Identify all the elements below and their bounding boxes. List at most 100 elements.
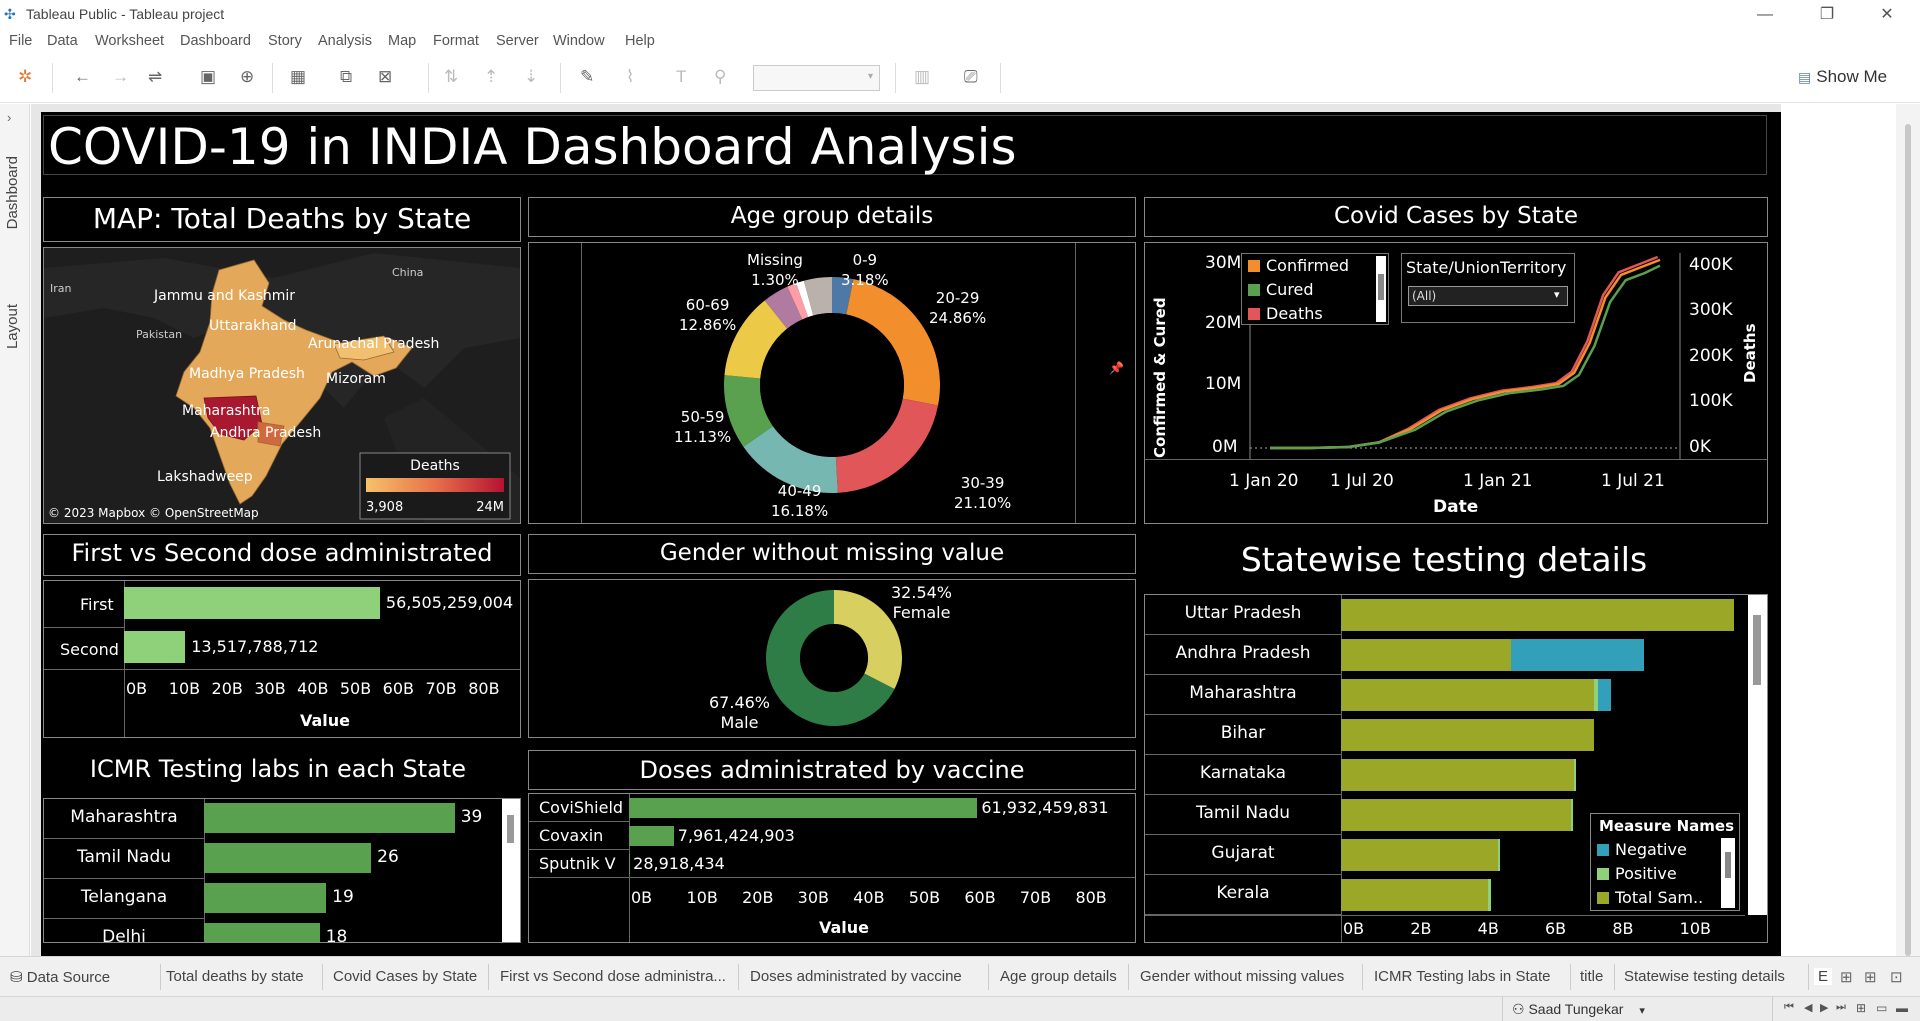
menu-worksheet[interactable]: Worksheet [95, 33, 164, 49]
labs-scrollbar[interactable] [502, 799, 520, 942]
statewise-bar-positive[interactable] [1571, 799, 1573, 831]
labs-bar[interactable] [204, 883, 327, 913]
tab-data-source[interactable]: ⛁ Data Source [10, 968, 110, 986]
doses-bar-second[interactable] [124, 631, 186, 663]
statewise-view[interactable]: Uttar Pradesh Andhra Pradesh Maharashtra Bi… [1144, 594, 1768, 943]
tab-layout[interactable]: Layout [4, 304, 21, 349]
menu-map[interactable]: Map [388, 33, 416, 49]
menu-data[interactable]: Data [47, 33, 78, 49]
statewise-bar-total[interactable] [1341, 599, 1735, 631]
labels-icon[interactable]: T [676, 67, 686, 87]
save-icon[interactable]: ▣ [200, 67, 216, 87]
sort-ascending-icon[interactable]: ⇡ [484, 67, 498, 87]
statewise-bar-positive[interactable] [1574, 759, 1577, 791]
tab-total-deaths[interactable]: Total deaths by state [166, 968, 304, 985]
menu-format[interactable]: Format [433, 33, 479, 49]
tab-icmr-labs[interactable]: ICMR Testing labs in State [1374, 968, 1550, 985]
last-sheet-icon[interactable]: ⏭ [1836, 1001, 1846, 1014]
vaccine-view[interactable]: CoviShield 61,932,459,831 Covaxin 7,961,424… [528, 793, 1136, 943]
vaccine-bar[interactable] [629, 798, 978, 818]
presentation-mode-icon[interactable]: ⎚ [964, 67, 978, 87]
maximize-button[interactable]: ❐ [1802, 2, 1852, 28]
replay-icon[interactable]: ⇌ [148, 67, 162, 87]
legend-scrollbar[interactable] [1376, 256, 1386, 322]
legend-cured-label[interactable]: Cured [1266, 280, 1314, 299]
pin-icon[interactable]: ⚲ [714, 67, 726, 87]
menu-window[interactable]: Window [553, 33, 605, 49]
doses-view[interactable]: First Second 56,505,259,004 13,517,788,7… [43, 580, 521, 738]
measure-legend-scrollbar[interactable] [1721, 838, 1735, 908]
cases-view[interactable]: Confirmed & Cured Deaths 30M 20M 10M 0M … [1144, 242, 1768, 524]
menu-dashboard[interactable]: Dashboard [180, 33, 251, 49]
statewise-bar-total[interactable] [1341, 839, 1498, 871]
clear-sheet-icon[interactable]: ⊠ [378, 67, 392, 87]
sort-descending-icon[interactable]: ⇣ [524, 67, 538, 87]
tabs-icon[interactable]: ▬ [1896, 1001, 1908, 1015]
labs-scroll-thumb[interactable] [507, 815, 514, 843]
highlight-icon[interactable]: ✎ [580, 67, 594, 87]
tab-dashboard[interactable]: Dashboard [4, 156, 21, 229]
user-menu[interactable]: ⚇ Saad Tungekar ▾ [1512, 1001, 1645, 1018]
show-me-button[interactable]: ▤ Show Me [1798, 67, 1887, 87]
statewise-scrollbar[interactable] [1748, 595, 1767, 915]
minimize-button[interactable]: — [1740, 2, 1790, 28]
map-attribution[interactable]: © 2023 Mapbox © OpenStreetMap [48, 506, 259, 520]
labs-view[interactable]: Maharashtra 39 Tamil Nadu 26 Telangana 19 Delh… [43, 798, 521, 943]
statewise-bar-total[interactable] [1341, 759, 1575, 791]
statewise-scroll-thumb[interactable] [1753, 615, 1761, 685]
labs-bar[interactable] [204, 803, 455, 833]
tableau-home-icon[interactable]: ✲ [18, 67, 32, 87]
tab-title[interactable]: title [1580, 968, 1603, 985]
close-button[interactable]: ✕ [1862, 2, 1912, 28]
swap-icon[interactable]: ⇅ [444, 67, 458, 87]
statewise-bar-negative[interactable] [1597, 679, 1611, 711]
doses-bar-first[interactable] [124, 587, 380, 619]
legend-deaths-label[interactable]: Deaths [1266, 304, 1323, 323]
statewise-bar-total[interactable] [1341, 879, 1488, 911]
legend-confirmed-label[interactable]: Confirmed [1266, 256, 1349, 275]
legend-scroll-thumb[interactable] [1378, 274, 1384, 300]
statewise-bar-total[interactable] [1341, 639, 1511, 671]
new-dashboard-tab-icon[interactable]: ⊞ [1864, 968, 1877, 986]
canvas-scroll-thumb[interactable] [1905, 124, 1911, 956]
new-data-source-icon[interactable]: ⊕ [240, 67, 254, 87]
expand-panel-icon[interactable]: › [7, 110, 11, 125]
measure-legend-scroll-thumb[interactable] [1725, 852, 1731, 878]
first-sheet-icon[interactable]: ⏮ [1784, 1001, 1794, 1014]
show-cards-icon[interactable]: ▥ [914, 67, 930, 87]
menu-help[interactable]: Help [625, 33, 655, 49]
age-view[interactable]: 📌 Missing 1.30% 0-9 3.18% 20-29 24.86% 60-6… [528, 242, 1136, 524]
statewise-bar-positive[interactable] [1487, 879, 1491, 911]
prev-sheet-icon[interactable]: ◀ [1804, 1001, 1812, 1014]
new-worksheet-tab-icon[interactable]: ⊞ [1840, 968, 1853, 986]
undo-icon[interactable]: ← [74, 67, 91, 87]
duplicate-icon[interactable]: ⧉ [340, 67, 352, 87]
menu-analysis[interactable]: Analysis [318, 33, 372, 49]
canvas-scrollbar[interactable] [1896, 104, 1920, 956]
tab-gender[interactable]: Gender without missing values [1140, 968, 1344, 985]
legend-negative-label[interactable]: Negative [1615, 840, 1687, 859]
statewise-bar-total[interactable] [1341, 799, 1571, 831]
map-view[interactable]: Deaths 3,908 24M Jammu and Kashmir Uttar… [43, 247, 521, 524]
menu-file[interactable]: File [9, 33, 32, 49]
statewise-bar-negative[interactable] [1511, 639, 1645, 671]
labs-bar[interactable] [204, 923, 320, 942]
tab-active-dashboard[interactable]: E [1814, 968, 1833, 985]
legend-positive-label[interactable]: Positive [1615, 864, 1677, 883]
tab-covid-cases[interactable]: Covid Cases by State [333, 968, 477, 985]
vaccine-bar[interactable] [629, 826, 674, 846]
menu-story[interactable]: Story [268, 33, 302, 49]
new-worksheet-icon[interactable]: ▦ [290, 67, 306, 87]
statewise-bar-total[interactable] [1341, 719, 1595, 751]
state-filter-dropdown[interactable]: (All) ▾ [1408, 286, 1568, 306]
tab-age-group[interactable]: Age group details [1000, 968, 1117, 985]
menu-server[interactable]: Server [496, 33, 539, 49]
statewise-bar-positive[interactable] [1497, 839, 1500, 871]
labs-bar[interactable] [204, 843, 372, 873]
fit-dropdown[interactable]: ▾ [753, 65, 880, 91]
tab-statewise[interactable]: Statewise testing details [1624, 968, 1785, 985]
sheet-sorter-icon[interactable]: ⊞ [1856, 1001, 1866, 1015]
redo-icon[interactable]: → [112, 67, 129, 87]
tab-first-vs-second[interactable]: First vs Second dose administra... [500, 968, 726, 985]
gender-view[interactable]: 32.54% Female 67.46% Male [528, 579, 1136, 738]
